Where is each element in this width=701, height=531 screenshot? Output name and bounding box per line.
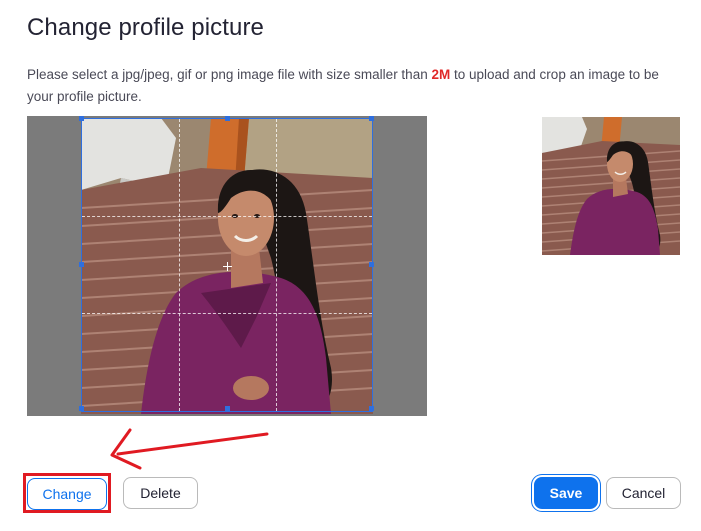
crop-guide-line [82, 216, 372, 217]
crop-handle-bottom[interactable] [225, 406, 230, 411]
description-text-start: Please select a jpg/jpeg, gif or png ima… [27, 67, 432, 82]
crop-handle-top[interactable] [225, 116, 230, 121]
dialog-title: Change profile picture [27, 14, 265, 41]
crop-handle-right[interactable] [369, 262, 374, 267]
cancel-button[interactable]: Cancel [606, 477, 681, 509]
crop-handle-bottom-right[interactable] [369, 406, 374, 411]
crop-area[interactable] [27, 116, 427, 416]
crop-selection-box[interactable] [79, 116, 374, 412]
arrow-left-icon [110, 428, 269, 470]
crop-handle-left[interactable] [79, 262, 84, 267]
crop-guide-line [179, 119, 180, 411]
delete-button[interactable]: Delete [123, 477, 198, 509]
dialog-description: Please select a jpg/jpeg, gif or png ima… [27, 64, 687, 108]
crop-handle-top-right[interactable] [369, 116, 374, 121]
change-button[interactable]: Change [27, 478, 107, 510]
crop-handle-top-left[interactable] [79, 116, 84, 121]
crop-guide-line [276, 119, 277, 411]
change-profile-picture-dialog: Change profile picture Please select a j… [0, 0, 701, 531]
crosshair-icon [223, 262, 232, 271]
save-button[interactable]: Save [534, 477, 598, 509]
cropped-preview [542, 117, 680, 255]
crop-handle-bottom-left[interactable] [79, 406, 84, 411]
crop-guide-line [82, 313, 372, 314]
size-limit: 2M [431, 67, 451, 82]
